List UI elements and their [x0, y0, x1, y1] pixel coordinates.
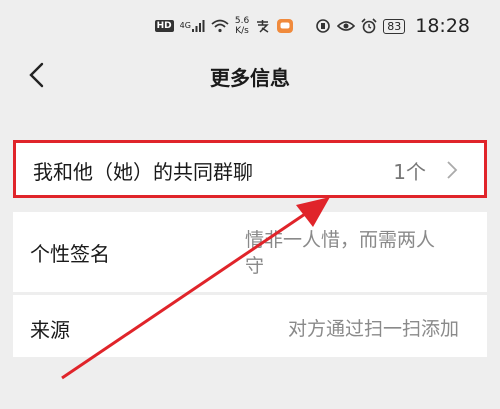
network-speed: 5.6 K/s	[235, 16, 249, 36]
chevron-right-icon	[446, 159, 458, 181]
speed-value: 5.6	[234, 16, 250, 26]
wifi-icon	[211, 19, 229, 33]
network-type-label: 4G	[179, 21, 191, 30]
signature-row: 个性签名 情非一人惜，而需两人守	[13, 212, 487, 292]
battery-icon: 83	[383, 18, 406, 34]
navigation-bar: 更多信息	[0, 52, 500, 102]
common-groups-row[interactable]: 我和他（她）的共同群聊 1个	[13, 140, 487, 198]
eye-icon	[337, 19, 356, 33]
common-groups-label: 我和他（她）的共同群聊	[33, 160, 253, 184]
source-label: 来源	[30, 318, 70, 342]
common-groups-count: 1个	[393, 160, 426, 184]
source-row: 来源 对方通过扫一扫添加	[13, 295, 487, 357]
hd-icon: HD	[154, 20, 174, 32]
page-title: 更多信息	[210, 66, 290, 90]
clock-time: 18:28	[415, 15, 470, 37]
signature-value: 情非一人惜，而需两人守	[245, 229, 436, 277]
alarm-icon	[361, 18, 377, 34]
vibrate-icon	[315, 19, 331, 33]
status-bar: HD 4G 5.6 K/s 83 18:28	[0, 0, 500, 52]
pay-icon	[255, 19, 271, 33]
speed-unit: K/s	[235, 26, 249, 36]
source-value: 对方通过扫一扫添加	[287, 318, 459, 340]
message-icon	[277, 19, 294, 33]
signal-icon: 4G	[180, 19, 205, 33]
signature-label: 个性签名	[30, 242, 110, 266]
